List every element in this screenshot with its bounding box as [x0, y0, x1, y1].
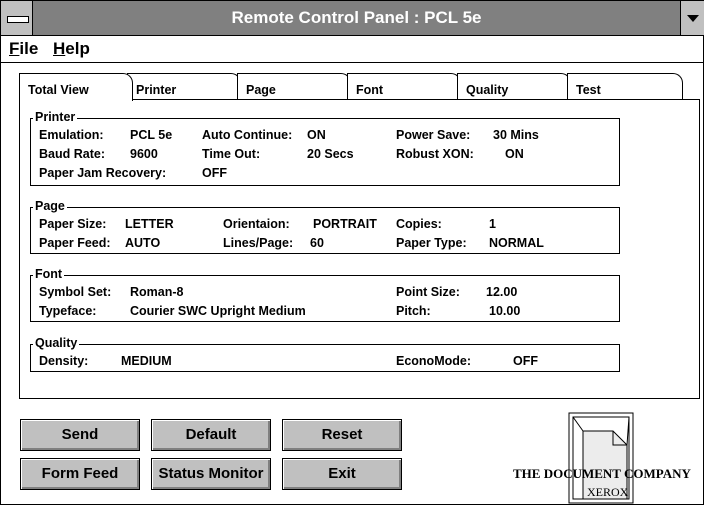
pitch-value: 10.00 — [489, 304, 521, 318]
send-button[interactable]: Send — [20, 419, 140, 451]
paper-feed-label: Paper Feed: — [39, 236, 111, 250]
logo-brand: XEROX — [587, 485, 629, 499]
tab-total-view[interactable]: Total View — [19, 73, 133, 101]
group-label: Quality — [33, 336, 80, 350]
emulation-value: PCL 5e — [130, 128, 173, 142]
group-label: Printer — [33, 110, 78, 124]
group-page: Page Paper Size: LETTER Orientaion: PORT… — [30, 199, 620, 254]
econo-label: EconoMode: — [396, 354, 471, 368]
tab-quality[interactable]: Quality — [457, 73, 571, 99]
power-save-value: 30 Mins — [493, 128, 539, 142]
xerox-logo: THE DOCUMENT COMPANY XEROX — [511, 411, 703, 505]
group-label: Page — [33, 199, 67, 213]
baud-rate-label: Baud Rate: — [39, 147, 105, 161]
density-label: Density: — [39, 354, 89, 368]
point-size-label: Point Size: — [396, 285, 460, 299]
default-button[interactable]: Default — [151, 419, 271, 451]
robust-xon-label: Robust XON: — [396, 147, 474, 161]
group-font: Font Symbol Set: Roman-8 Point Size: 12.… — [30, 267, 620, 322]
reset-button[interactable]: Reset — [282, 419, 402, 451]
symbol-set-value: Roman-8 — [130, 285, 184, 299]
robust-xon-value: ON — [505, 147, 524, 161]
paper-size-value: LETTER — [125, 217, 174, 231]
auto-continue-value: ON — [307, 128, 326, 142]
baud-rate-value: 9600 — [130, 147, 158, 161]
paper-jam-label: Paper Jam Recovery: — [39, 166, 167, 180]
title-bar[interactable]: Remote Control Panel : PCL 5e — [1, 1, 704, 36]
paper-feed-value: AUTO — [125, 236, 161, 250]
tab-control: Total View Printer Page Font Quality Tes… — [19, 73, 701, 399]
power-save-label: Power Save: — [396, 128, 471, 142]
tab-panel-total-view: Printer Emulation: PCL 5e Auto Continue:… — [19, 99, 700, 399]
dropdown-arrow-icon[interactable] — [680, 1, 704, 35]
window-title: Remote Control Panel : PCL 5e — [231, 8, 482, 27]
main-window: Remote Control Panel : PCL 5e File Help … — [0, 0, 704, 505]
emulation-label: Emulation: — [39, 128, 104, 142]
typeface-value: Courier SWC Upright Medium — [130, 304, 306, 318]
paper-type-value: NORMAL — [489, 236, 544, 250]
symbol-set-label: Symbol Set: — [39, 285, 112, 299]
status-monitor-button[interactable]: Status Monitor — [151, 458, 271, 490]
point-size-value: 12.00 — [486, 285, 518, 299]
typeface-label: Typeface: — [39, 304, 97, 318]
copies-value: 1 — [489, 217, 496, 231]
time-out-value: 20 Secs — [307, 147, 354, 161]
lines-page-value: 60 — [310, 236, 324, 250]
system-menu-icon[interactable] — [1, 1, 33, 35]
group-quality: Quality Density: MEDIUM EconoMode: OFF — [30, 336, 620, 372]
tab-printer[interactable]: Printer — [127, 73, 241, 99]
group-printer: Printer Emulation: PCL 5e Auto Continue:… — [30, 110, 620, 186]
form-feed-button[interactable]: Form Feed — [20, 458, 140, 490]
paper-type-label: Paper Type: — [396, 236, 467, 250]
pitch-label: Pitch: — [396, 304, 431, 318]
exit-button[interactable]: Exit — [282, 458, 402, 490]
paper-size-label: Paper Size: — [39, 217, 107, 231]
tab-font[interactable]: Font — [347, 73, 461, 99]
copies-label: Copies: — [396, 217, 442, 231]
menu-bar: File Help — [1, 36, 704, 63]
econo-value: OFF — [513, 354, 538, 368]
menu-help[interactable]: Help — [53, 39, 90, 59]
orientation-label: Orientaion: — [223, 217, 290, 231]
density-value: MEDIUM — [121, 354, 172, 368]
lines-page-label: Lines/Page: — [223, 236, 294, 250]
group-label: Font — [33, 267, 65, 281]
orientation-value: PORTRAIT — [313, 217, 377, 231]
auto-continue-label: Auto Continue: — [202, 128, 293, 142]
tab-page[interactable]: Page — [237, 73, 351, 99]
menu-file[interactable]: File — [9, 39, 38, 59]
paper-jam-value: OFF — [202, 166, 227, 180]
time-out-label: Time Out: — [202, 147, 261, 161]
tab-test[interactable]: Test — [567, 73, 683, 99]
logo-tagline: THE DOCUMENT COMPANY — [513, 466, 691, 481]
